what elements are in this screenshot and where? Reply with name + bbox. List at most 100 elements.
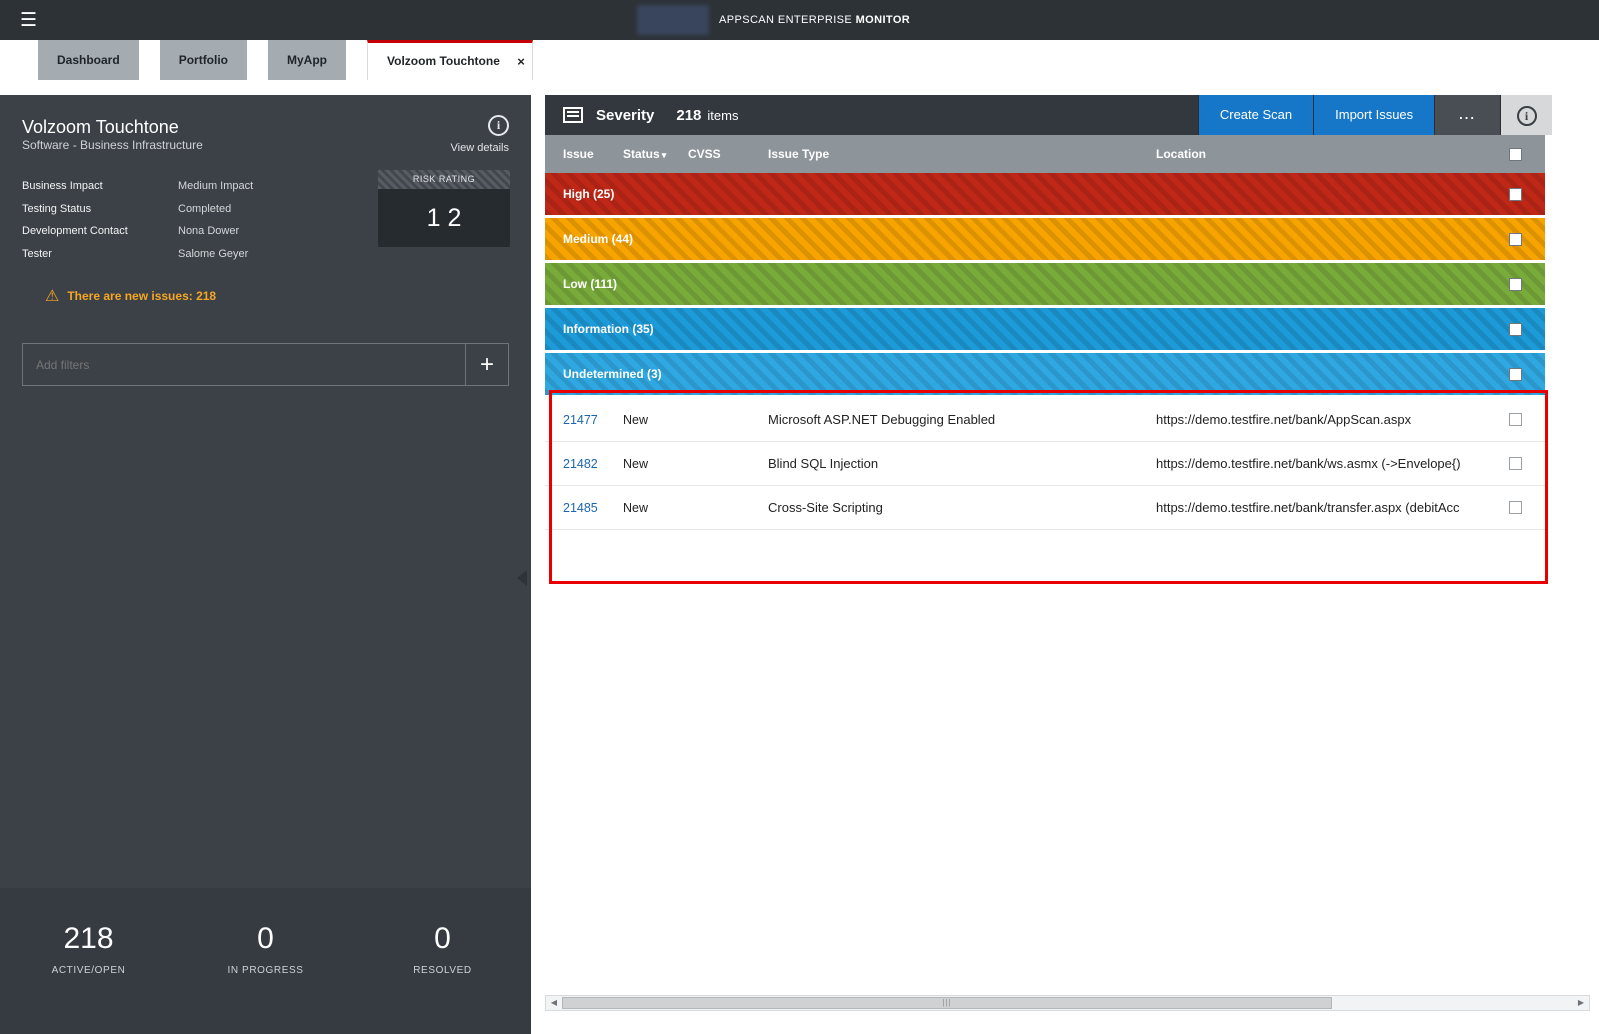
application-subtitle: Software - Business Infrastructure xyxy=(22,138,203,152)
issues-table: Issue Status▾ CVSS Issue Type Location H… xyxy=(545,135,1545,530)
issues-panel: Severity 218 items Create Scan Import Is… xyxy=(545,95,1590,1013)
scroll-right-icon[interactable]: ▶ xyxy=(1573,996,1589,1010)
stat-label: ACTIVE/OPEN xyxy=(0,965,177,976)
tab-portfolio[interactable]: Portfolio xyxy=(160,40,247,80)
app-title: APPSCAN ENTERPRISE MONITOR xyxy=(719,14,910,26)
severity-view-title: Severity xyxy=(596,107,654,124)
scrollbar-track[interactable]: ||| xyxy=(562,996,1573,1010)
issue-status: New xyxy=(623,457,688,471)
top-bar: ☰ APPSCAN ENTERPRISE MONITOR xyxy=(0,0,1599,40)
field-label: Testing Status xyxy=(22,203,178,215)
stat-active-open: 218 ACTIVE/OPEN xyxy=(0,922,177,1034)
create-scan-button[interactable]: Create Scan xyxy=(1198,95,1313,135)
warning-text: There are new issues: 218 xyxy=(67,289,216,303)
more-actions-button[interactable]: ... xyxy=(1434,95,1500,135)
issue-id-link[interactable]: 21485 xyxy=(563,501,623,515)
issue-location: https://demo.testfire.net/bank/ws.asmx (… xyxy=(1156,456,1509,471)
severity-group-medium[interactable]: Medium (44) xyxy=(545,218,1545,260)
issue-type: Microsoft ASP.NET Debugging Enabled xyxy=(768,412,1156,427)
tab-dashboard[interactable]: Dashboard xyxy=(38,40,139,80)
stat-resolved: 0 RESOLVED xyxy=(354,922,531,1034)
close-tab-icon[interactable]: × xyxy=(517,44,525,80)
issue-row[interactable]: 21477 New Microsoft ASP.NET Debugging En… xyxy=(545,398,1545,442)
stat-value: 0 xyxy=(354,922,531,956)
field-value: Completed xyxy=(178,203,231,215)
warning-icon: ⚠ xyxy=(45,286,59,306)
app-title-bold: MONITOR xyxy=(856,14,911,26)
issues-header: Severity 218 items Create Scan Import Is… xyxy=(545,95,1552,135)
collapse-panel-icon[interactable] xyxy=(517,570,527,586)
risk-rating-value: 1 2 xyxy=(378,189,510,247)
issue-location: https://demo.testfire.net/bank/transfer.… xyxy=(1156,500,1509,515)
field-business-impact: Business Impact Medium Impact xyxy=(22,175,352,198)
row-checkbox[interactable] xyxy=(1509,501,1522,514)
table-view-icon[interactable] xyxy=(563,107,583,123)
severity-group-low[interactable]: Low (111) xyxy=(545,263,1545,305)
field-value: Salome Geyer xyxy=(178,248,248,260)
group-label: High (25) xyxy=(563,187,1509,201)
horizontal-scrollbar[interactable]: ◀ ||| ▶ xyxy=(545,995,1590,1011)
group-label: Low (111) xyxy=(563,277,1509,291)
severity-group-undetermined[interactable]: Undetermined (3) xyxy=(545,353,1545,395)
stat-value: 0 xyxy=(177,922,354,956)
severity-group-information[interactable]: Information (35) xyxy=(545,308,1545,350)
field-value: Medium Impact xyxy=(178,180,253,192)
table-column-header: Issue Status▾ CVSS Issue Type Location xyxy=(545,135,1545,173)
group-label: Medium (44) xyxy=(563,232,1509,246)
column-issue-type[interactable]: Issue Type xyxy=(768,147,1156,161)
group-checkbox[interactable] xyxy=(1509,233,1522,246)
column-status[interactable]: Status▾ xyxy=(623,147,688,161)
column-issue[interactable]: Issue xyxy=(563,147,623,161)
new-issues-warning: ⚠ There are new issues: 218 xyxy=(45,286,216,306)
field-label: Development Contact xyxy=(22,225,178,237)
issue-type: Cross-Site Scripting xyxy=(768,500,1156,515)
hamburger-menu-icon[interactable]: ☰ xyxy=(20,9,37,32)
info-icon[interactable]: i xyxy=(488,115,509,136)
field-value: Nona Dower xyxy=(178,225,239,237)
issue-location: https://demo.testfire.net/bank/AppScan.a… xyxy=(1156,412,1509,427)
panel-info-button[interactable]: i xyxy=(1500,95,1552,135)
stat-label: IN PROGRESS xyxy=(177,965,354,976)
tab-bar: Dashboard Portfolio MyApp Volzoom Toucht… xyxy=(0,40,1599,95)
brand: APPSCAN ENTERPRISE MONITOR xyxy=(637,0,910,40)
add-filter-button[interactable]: + xyxy=(465,344,508,385)
field-tester: Tester Salome Geyer xyxy=(22,243,352,266)
sort-desc-icon: ▾ xyxy=(662,150,667,160)
row-checkbox[interactable] xyxy=(1509,413,1522,426)
tab-volzoom-touchtone[interactable]: Volzoom Touchtone × xyxy=(367,40,533,80)
issue-row[interactable]: 21482 New Blind SQL Injection https://de… xyxy=(545,442,1545,486)
scroll-left-icon[interactable]: ◀ xyxy=(546,996,562,1010)
group-checkbox[interactable] xyxy=(1509,323,1522,336)
scrollbar-thumb[interactable]: ||| xyxy=(562,997,1332,1009)
issue-status: New xyxy=(623,413,688,427)
column-location[interactable]: Location xyxy=(1156,147,1509,161)
risk-rating-label: RISK RATING xyxy=(378,170,510,189)
group-label: Information (35) xyxy=(563,322,1509,336)
field-development-contact: Development Contact Nona Dower xyxy=(22,220,352,243)
stat-value: 218 xyxy=(0,922,177,956)
group-label: Undetermined (3) xyxy=(563,367,1509,381)
issue-id-link[interactable]: 21482 xyxy=(563,457,623,471)
view-details-link[interactable]: View details xyxy=(451,142,510,154)
tab-myapp[interactable]: MyApp xyxy=(268,40,346,80)
brand-logo xyxy=(637,5,709,35)
issue-stats-footer: 218 ACTIVE/OPEN 0 IN PROGRESS 0 RESOLVED xyxy=(0,888,531,1034)
stat-in-progress: 0 IN PROGRESS xyxy=(177,922,354,1034)
group-checkbox[interactable] xyxy=(1509,368,1522,381)
risk-rating-box: RISK RATING 1 2 xyxy=(378,170,510,247)
issue-row[interactable]: 21485 New Cross-Site Scripting https://d… xyxy=(545,486,1545,530)
info-icon: i xyxy=(1517,106,1537,126)
select-all-checkbox[interactable] xyxy=(1509,148,1522,161)
add-filters-input[interactable] xyxy=(23,344,465,385)
row-checkbox[interactable] xyxy=(1509,457,1522,470)
items-count: 218 xyxy=(676,107,701,124)
application-panel: Volzoom Touchtone Software - Business In… xyxy=(0,95,531,1034)
severity-group-high[interactable]: High (25) xyxy=(545,173,1545,215)
stat-label: RESOLVED xyxy=(354,965,531,976)
group-checkbox[interactable] xyxy=(1509,278,1522,291)
add-filters-bar: + xyxy=(22,343,509,386)
import-issues-button[interactable]: Import Issues xyxy=(1313,95,1434,135)
column-cvss[interactable]: CVSS xyxy=(688,147,768,161)
group-checkbox[interactable] xyxy=(1509,188,1522,201)
issue-id-link[interactable]: 21477 xyxy=(563,413,623,427)
